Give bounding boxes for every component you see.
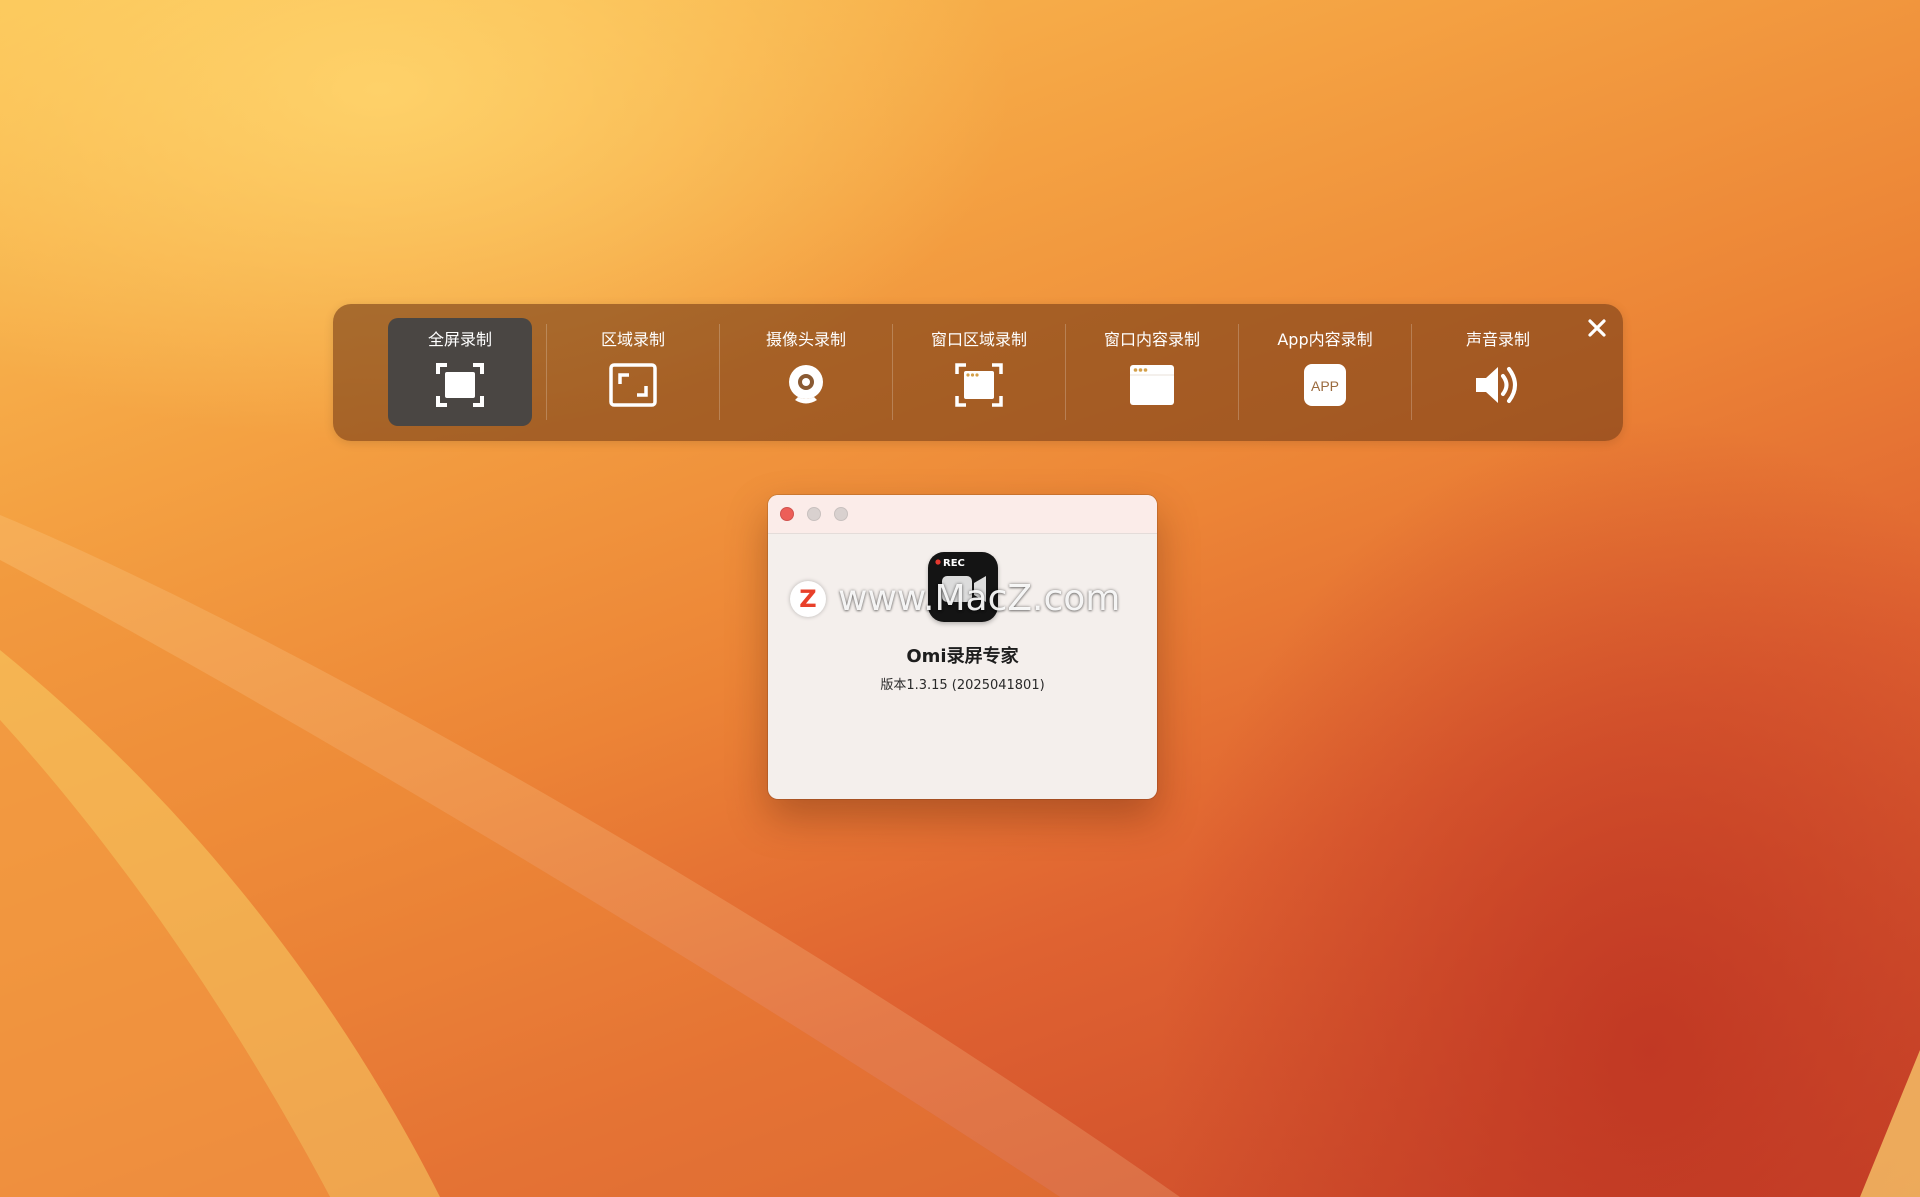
desktop-wallpaper: 全屏录制 区域录制 摄像头录制 窗口区域录制 窗口内容录制 App内容录制 AP… [0, 0, 1920, 1197]
tool-fullscreen-record[interactable]: 全屏录制 [388, 318, 532, 426]
window-close-button[interactable] [780, 507, 794, 521]
recording-toolbar: 全屏录制 区域录制 摄像头录制 窗口区域录制 窗口内容录制 App内容录制 AP… [333, 304, 1623, 441]
watermark-logo-letter: Z [799, 585, 817, 613]
window-content-record-icon [1127, 360, 1177, 410]
window-minimize-button[interactable] [807, 507, 821, 521]
separator [892, 324, 893, 420]
separator [719, 324, 720, 420]
fullscreen-record-icon [435, 360, 485, 410]
separator [1238, 324, 1239, 420]
tool-audio-record[interactable]: 声音录制 [1426, 318, 1570, 426]
speaker-icon [1473, 360, 1523, 410]
window-maximize-button[interactable] [834, 507, 848, 521]
separator [1065, 324, 1066, 420]
tool-label: 窗口内容录制 [1103, 330, 1200, 349]
tool-window-area-record[interactable]: 窗口区域录制 [907, 318, 1051, 426]
close-icon[interactable] [1583, 314, 1611, 342]
rec-badge-text: REC [943, 558, 965, 569]
separator [546, 324, 547, 420]
tool-label: 区域录制 [600, 330, 665, 349]
tool-label: 声音录制 [1465, 330, 1530, 349]
separator [1411, 324, 1412, 420]
tool-label: 全屏录制 [427, 330, 492, 349]
tool-webcam-record[interactable]: 摄像头录制 [734, 318, 878, 426]
window-area-record-icon [954, 360, 1004, 410]
tool-window-content-record[interactable]: 窗口内容录制 [1080, 318, 1224, 426]
watermark-text: www.MacZ.com [838, 578, 1121, 619]
tool-label: 窗口区域录制 [930, 330, 1027, 349]
tool-label: 摄像头录制 [765, 330, 846, 349]
tool-area-record[interactable]: 区域录制 [561, 318, 705, 426]
webcam-icon [781, 360, 831, 410]
app-version: 版本1.3.15 (2025041801) [880, 678, 1045, 693]
app-name: Omi录屏专家 [906, 646, 1019, 667]
tool-label: App内容录制 [1277, 330, 1373, 349]
watermark-logo: Z [790, 581, 826, 617]
app-content-record-icon: APP [1300, 360, 1350, 410]
watermark: Z www.MacZ.com [790, 577, 1135, 621]
about-window: REC Z www.MacZ.com Omi录屏专家 版本1.3.15 (202… [768, 495, 1157, 799]
window-titlebar[interactable] [768, 495, 1157, 534]
area-record-icon [608, 360, 658, 410]
app-icon-text: APP [1311, 378, 1339, 394]
tool-app-content-record[interactable]: App内容录制 APP [1253, 318, 1397, 426]
